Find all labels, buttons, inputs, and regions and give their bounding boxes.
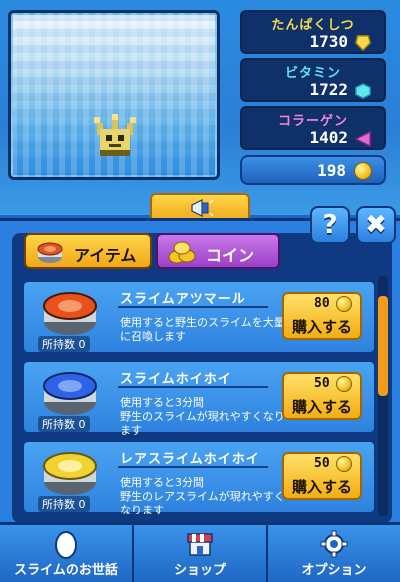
protein-stat: たんぱくしつ 1730 — [240, 10, 386, 54]
item-list[interactable]: 所持数 0 スライムアツマール 使用すると野生のスライムを大量に召喚します 80… — [22, 280, 376, 514]
item-price: 80 — [314, 296, 330, 311]
name-divider — [118, 466, 268, 468]
protein-label: たんぱくしつ — [271, 18, 355, 33]
collagen-crystal-icon — [354, 130, 371, 148]
owned-count: 所持数 0 — [38, 336, 90, 352]
list-item: 所持数 0 レアスライムホイホイ 使用すると3分間 野生のレアスライムが現れやす… — [22, 440, 376, 514]
item-name: スライムアツマール — [120, 292, 246, 307]
nav-shop-button[interactable]: ショップ — [134, 525, 268, 582]
item-name: スライムホイホイ — [120, 372, 232, 387]
help-button[interactable]: ? — [310, 206, 350, 244]
coin-value: 198 — [317, 161, 346, 180]
name-divider — [118, 306, 268, 308]
buy-button-label: 購入する — [291, 398, 352, 416]
owned-count: 所持数 0 — [38, 416, 90, 432]
yellow-can-icon — [43, 452, 97, 495]
top-area: たんぱくしつ 1730 ビタミン 1722 コラーゲン 1402 198 — [0, 0, 400, 215]
protein-value: 1730 — [309, 32, 348, 51]
shop-icon — [187, 533, 213, 556]
coin-icon — [336, 456, 352, 472]
close-button[interactable]: ✖ — [356, 206, 396, 244]
coin-icon — [354, 162, 372, 180]
coin-icon — [336, 376, 352, 392]
owned-count: 所持数 0 — [38, 496, 90, 512]
megaphone-icon — [191, 199, 214, 217]
tab-coins[interactable]: コイン — [156, 233, 280, 269]
item-price: 50 — [314, 456, 330, 471]
egg-icon — [55, 531, 77, 559]
item-price: 50 — [314, 376, 330, 391]
gear-icon — [320, 530, 348, 558]
announcement-tab[interactable] — [150, 193, 250, 221]
protein-gem-icon — [355, 35, 371, 52]
item-description: 使用すると3分間 野生のスライムが現れやすくなります — [120, 396, 285, 437]
item-description: 使用すると野生のスライムを大量に召喚します — [120, 316, 285, 343]
vitamin-stat: ビタミン 1722 — [240, 58, 386, 102]
name-divider — [118, 386, 268, 388]
tab-items-label: アイテム — [74, 246, 137, 265]
list-item: 所持数 0 スライムアツマール 使用すると野生のスライムを大量に召喚します 80… — [22, 280, 376, 354]
bottom-nav: スライムのお世話 ショップ オプション — [0, 522, 400, 582]
nav-options-button[interactable]: オプション — [268, 525, 400, 582]
item-name: レアスライムホイホイ — [120, 452, 260, 467]
list-scrollbar[interactable] — [378, 276, 388, 516]
tab-coins-label: コイン — [206, 246, 255, 265]
nav-care-label: スライムのお世話 — [14, 563, 118, 578]
collagen-label: コラーゲン — [277, 114, 348, 129]
vitamin-label: ビタミン — [284, 66, 341, 81]
vitamin-cube-icon — [355, 82, 371, 100]
can-icon — [37, 242, 63, 263]
collagen-stat: コラーゲン 1402 — [240, 106, 386, 150]
collagen-value: 1402 — [309, 128, 348, 147]
aquarium-view[interactable] — [8, 10, 220, 180]
coins-icon — [168, 241, 196, 264]
coin-icon — [336, 296, 352, 312]
nav-care-button[interactable]: スライムのお世話 — [0, 525, 134, 582]
blue-can-icon — [43, 372, 97, 415]
nav-options-label: オプション — [301, 563, 367, 578]
vitamin-value: 1722 — [309, 80, 348, 99]
buy-button[interactable]: 50 購入する — [282, 452, 362, 500]
list-item: 所持数 0 スライムホイホイ 使用すると3分間 野生のスライムが現れやすくなりま… — [22, 360, 376, 437]
item-description: 使用すると3分間 野生のレアスライムが現れやすくなります — [120, 476, 285, 514]
buy-button[interactable]: 50 購入する — [282, 372, 362, 420]
buy-button[interactable]: 80 購入する — [282, 292, 362, 340]
scroll-thumb[interactable] — [378, 296, 388, 396]
tab-items[interactable]: アイテム — [24, 233, 152, 269]
buy-button-label: 購入する — [291, 318, 352, 336]
nav-shop-label: ショップ — [173, 563, 226, 578]
red-can-icon — [43, 292, 97, 335]
crown-slime-icon[interactable] — [91, 111, 139, 159]
buy-button-label: 購入する — [291, 478, 352, 496]
coin-counter: 198 — [240, 155, 386, 185]
